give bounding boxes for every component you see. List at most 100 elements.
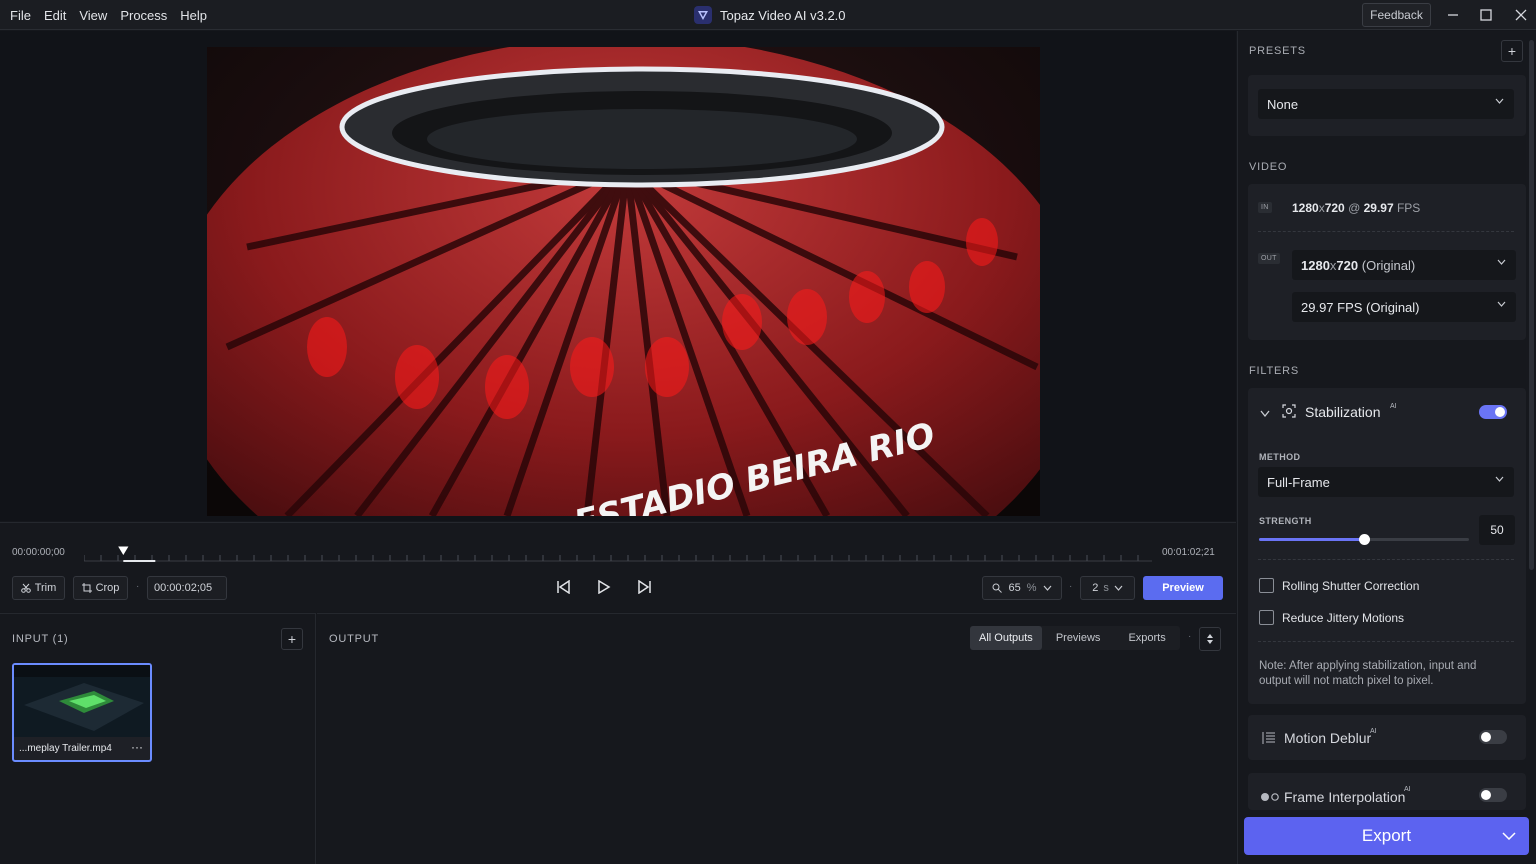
- crop-label: Crop: [95, 582, 120, 594]
- tab-exports[interactable]: Exports: [1114, 626, 1179, 650]
- presets-title: PRESETS: [1249, 45, 1306, 57]
- preset-dropdown[interactable]: None: [1258, 89, 1514, 119]
- presets-card: None: [1248, 75, 1526, 136]
- reduce-jittery-checkbox[interactable]: [1259, 610, 1274, 625]
- video-viewer[interactable]: ESTADIO BEIRA RIO: [0, 31, 1236, 521]
- menu-view[interactable]: View: [79, 8, 113, 23]
- chevron-down-icon: [1043, 585, 1051, 591]
- out-tag: OUT: [1258, 253, 1280, 264]
- reduce-jittery-label: Reduce Jittery Motions: [1282, 611, 1405, 625]
- output-fps-dropdown[interactable]: 29.97 FPS (Original): [1292, 292, 1516, 322]
- input-panel: INPUT (1) + ...meplay Trailer.mp4 ···: [0, 613, 316, 864]
- preview-duration-dropdown[interactable]: 2 s: [1080, 576, 1135, 600]
- video-frame[interactable]: ESTADIO BEIRA RIO: [207, 47, 1040, 516]
- crop-button[interactable]: Crop: [73, 576, 128, 600]
- chevron-down-icon: [1495, 98, 1504, 104]
- menu-process[interactable]: Process: [120, 8, 173, 23]
- timeline-start-time: 00:00:00;00: [12, 547, 65, 558]
- trim-label: Trim: [34, 582, 57, 594]
- menu-file[interactable]: File: [10, 8, 37, 23]
- timeline-scrubber[interactable]: [84, 543, 1152, 563]
- feedback-button[interactable]: Feedback: [1362, 3, 1431, 27]
- strength-slider-track[interactable]: [1259, 534, 1469, 545]
- output-fps-value: 29.97 FPS (Original): [1301, 299, 1420, 315]
- file-thumbnail: [14, 665, 150, 737]
- add-preset-button[interactable]: +: [1501, 40, 1523, 62]
- video-card: IN 1280x720 @ 29.97 FPS OUT 1280x720 (Or…: [1248, 184, 1526, 340]
- close-icon[interactable]: [1511, 5, 1531, 25]
- motion-deblur-toggle[interactable]: [1479, 730, 1507, 744]
- frame-interpolation-toggle[interactable]: [1479, 788, 1507, 802]
- input-spec: 1280x720 @ 29.97 FPS: [1292, 201, 1421, 215]
- stadium-image: ESTADIO BEIRA RIO: [207, 47, 1040, 516]
- rolling-shutter-label: Rolling Shutter Correction: [1282, 579, 1420, 593]
- tab-previews[interactable]: Previews: [1042, 626, 1115, 650]
- timeline-end-time: 00:01:02;21: [1162, 547, 1215, 558]
- menu-help[interactable]: Help: [180, 8, 213, 23]
- preset-value: None: [1267, 96, 1299, 112]
- output-title: OUTPUT: [329, 633, 380, 645]
- menu-edit[interactable]: Edit: [44, 8, 72, 23]
- collapse-chevron-icon[interactable]: [1260, 406, 1270, 420]
- topaz-logo-icon: [694, 6, 712, 24]
- frame-interpolation-label: Frame Interpolation: [1284, 789, 1406, 805]
- preview-duration-value: 2: [1092, 582, 1099, 594]
- playhead-marker: [116, 545, 131, 557]
- zoom-unit: %: [1026, 582, 1037, 594]
- filters-title: FILTERS: [1249, 365, 1300, 377]
- export-button[interactable]: Export: [1244, 817, 1529, 855]
- rolling-shutter-checkbox[interactable]: [1259, 578, 1274, 593]
- scissors-icon: [20, 583, 31, 593]
- frame-interpolation-card: Frame Interpolation AI: [1248, 773, 1526, 810]
- chevron-down-icon: [1497, 301, 1506, 307]
- crop-icon: [81, 583, 92, 593]
- play-icon[interactable]: [597, 579, 611, 597]
- app-title: Topaz Video AI v3.2.0: [694, 6, 846, 24]
- chevron-down-icon: [1114, 585, 1123, 591]
- frame-interpolation-icon: [1260, 791, 1280, 805]
- divider: [1258, 641, 1514, 642]
- app-title-text: Topaz Video AI v3.2.0: [720, 7, 846, 23]
- current-time-field[interactable]: 00:00:02;05: [147, 576, 227, 600]
- minimize-icon[interactable]: [1443, 5, 1463, 25]
- output-filter-tabs: All Outputs Previews Exports: [970, 626, 1180, 650]
- sidebar-scrollbar[interactable]: [1529, 40, 1534, 570]
- preview-button[interactable]: Preview: [1143, 576, 1223, 600]
- ai-badge: AI: [1370, 728, 1377, 735]
- divider: [1258, 231, 1514, 232]
- method-value: Full-Frame: [1267, 474, 1330, 490]
- stabilization-label: Stabilization: [1305, 404, 1381, 420]
- method-label: METHOD: [1259, 452, 1301, 462]
- motion-deblur-label: Motion Deblur: [1284, 730, 1372, 746]
- ai-badge: AI: [1404, 786, 1411, 793]
- chevron-down-icon[interactable]: [1502, 832, 1516, 840]
- strength-input[interactable]: 50: [1479, 515, 1515, 545]
- step-forward-icon[interactable]: [636, 579, 652, 597]
- separator-dot: ·: [1188, 631, 1192, 642]
- input-file-card[interactable]: ...meplay Trailer.mp4 ···: [12, 663, 152, 762]
- stabilization-note: Note: After applying stabilization, inpu…: [1259, 660, 1477, 687]
- file-more-icon[interactable]: ···: [131, 740, 143, 754]
- separator-dot: ·: [136, 581, 140, 592]
- step-back-icon[interactable]: [556, 579, 572, 597]
- menu-bar: File Edit View Process Help: [10, 0, 220, 30]
- output-resolution-dropdown[interactable]: 1280x720 (Original): [1292, 250, 1516, 280]
- input-file-name: ...meplay Trailer.mp4: [19, 743, 112, 754]
- input-title: INPUT (1): [12, 633, 69, 645]
- stabilization-card: Stabilization AI METHOD Full-Frame STREN…: [1248, 388, 1526, 704]
- output-resolution-value: 1280x720 (Original): [1301, 257, 1416, 273]
- stabilization-toggle[interactable]: [1479, 405, 1507, 419]
- trim-button[interactable]: Trim: [12, 576, 65, 600]
- strength-slider-handle[interactable]: [1359, 534, 1370, 545]
- method-dropdown[interactable]: Full-Frame: [1258, 467, 1514, 497]
- export-label: Export: [1361, 826, 1412, 845]
- zoom-dropdown[interactable]: 65 %: [982, 576, 1062, 600]
- tab-all-outputs[interactable]: All Outputs: [970, 626, 1042, 650]
- in-tag: IN: [1258, 202, 1272, 213]
- output-panel: OUTPUT All Outputs Previews Exports ·: [317, 613, 1236, 864]
- maximize-icon[interactable]: [1476, 5, 1496, 25]
- add-input-button[interactable]: +: [281, 628, 303, 650]
- separator-dot: ·: [1069, 581, 1073, 592]
- sort-icon[interactable]: [1199, 627, 1221, 651]
- chevron-down-icon: [1497, 259, 1506, 265]
